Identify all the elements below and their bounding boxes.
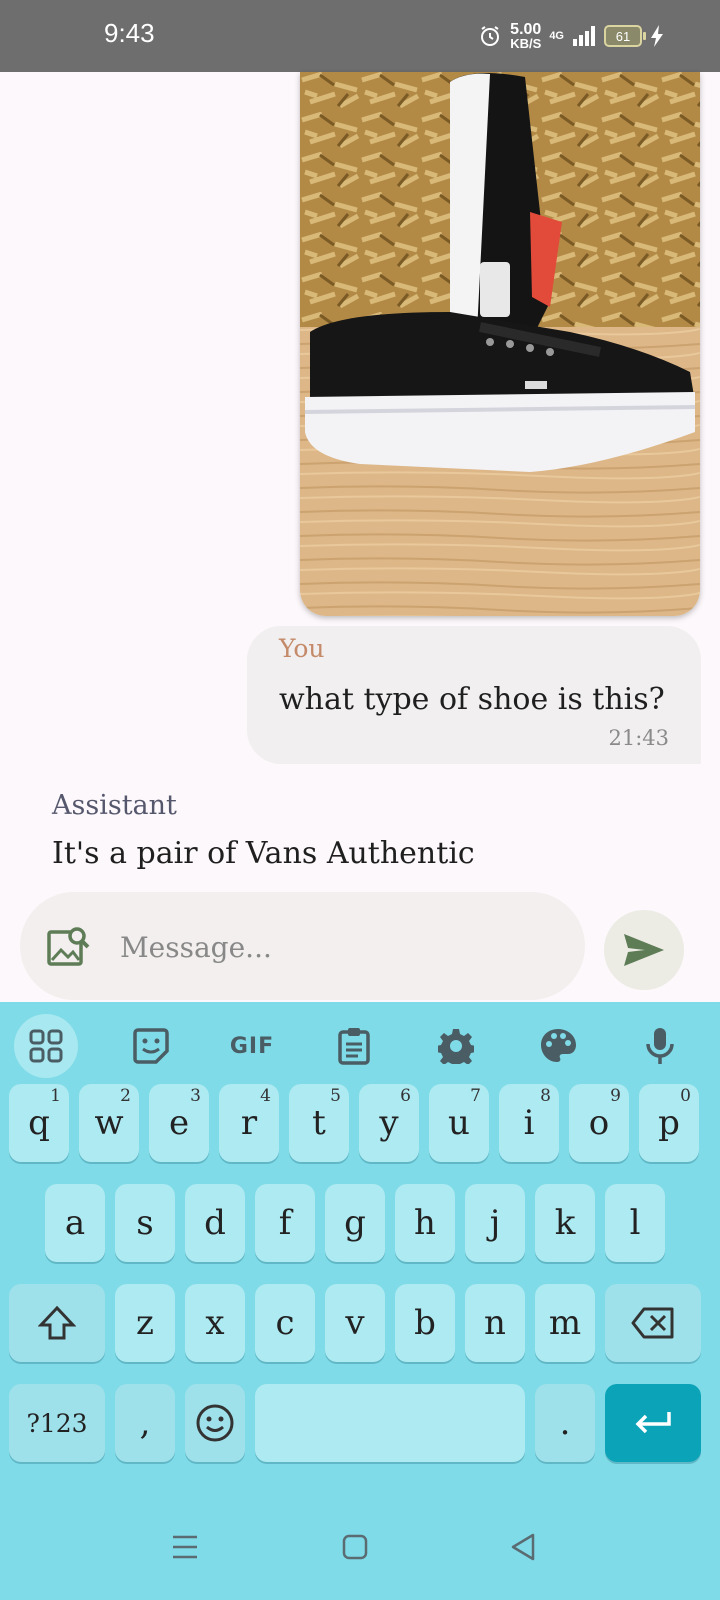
key-h[interactable]: h [395, 1184, 455, 1262]
key-o[interactable]: o9 [569, 1084, 629, 1162]
space-key[interactable] [255, 1384, 525, 1462]
menu-icon [173, 1535, 197, 1559]
home-nav-button[interactable] [330, 1522, 380, 1572]
shoe-photo [300, 72, 700, 616]
menu-nav-button[interactable] [160, 1522, 210, 1572]
gif-label: GIF [229, 1033, 275, 1059]
comma-key[interactable]: , [115, 1384, 175, 1462]
key-w[interactable]: w2 [79, 1084, 139, 1162]
shift-icon [38, 1305, 76, 1340]
symbols-key[interactable]: ?123 [9, 1384, 105, 1462]
key-a[interactable]: a [45, 1184, 105, 1262]
sticker-button[interactable] [119, 1014, 183, 1078]
enter-icon [635, 1412, 671, 1434]
home-square-icon [342, 1534, 368, 1560]
alarm-icon [481, 26, 500, 46]
palette-icon [541, 1029, 576, 1062]
back-nav-button[interactable] [498, 1522, 548, 1572]
sticker-icon [133, 1028, 169, 1064]
battery-icon: 61 [604, 25, 646, 47]
signal-icon [573, 26, 595, 46]
key-s[interactable]: s [115, 1184, 175, 1262]
key-q[interactable]: q1 [9, 1084, 69, 1162]
backspace-icon [631, 1307, 674, 1339]
status-time: 9:43 [104, 18, 155, 48]
key-g[interactable]: g [325, 1184, 385, 1262]
key-x[interactable]: x [185, 1284, 245, 1362]
key-d[interactable]: d [185, 1184, 245, 1262]
attach-image-icon[interactable] [46, 924, 90, 968]
message-input[interactable] [118, 914, 552, 980]
shift-key[interactable] [9, 1284, 105, 1362]
send-button[interactable] [604, 910, 684, 990]
user-sender-label: You [279, 634, 325, 663]
apps-grid-button[interactable] [14, 1014, 78, 1078]
gear-icon [438, 1029, 474, 1064]
voice-input-button[interactable] [628, 1014, 692, 1078]
key-p[interactable]: p0 [639, 1084, 699, 1162]
network-speed: 5.00 KB/S [510, 21, 542, 51]
emoji-icon [196, 1404, 234, 1442]
chat-image[interactable] [300, 72, 700, 616]
message-timestamp: 21:43 [608, 726, 669, 750]
key-v[interactable]: v [325, 1284, 385, 1362]
theme-button[interactable] [526, 1014, 590, 1078]
key-f[interactable]: f [255, 1184, 315, 1262]
key-m[interactable]: m [535, 1284, 595, 1362]
backspace-key[interactable] [605, 1284, 701, 1362]
enter-key[interactable] [605, 1384, 701, 1462]
navigation-bar [0, 1502, 720, 1600]
gif-button[interactable]: GIF [220, 1014, 284, 1078]
key-i[interactable]: i8 [499, 1084, 559, 1162]
key-b[interactable]: b [395, 1284, 455, 1362]
key-y[interactable]: y6 [359, 1084, 419, 1162]
key-r[interactable]: r4 [219, 1084, 279, 1162]
user-message-bubble: You what type of shoe is this? 21:43 [247, 626, 701, 764]
emoji-key[interactable] [185, 1384, 245, 1462]
settings-button[interactable] [424, 1014, 488, 1078]
user-message-text: what type of shoe is this? [279, 682, 665, 717]
back-triangle-icon [511, 1533, 535, 1561]
key-j[interactable]: j [465, 1184, 525, 1262]
keyboard-toolbar: GIF [0, 1002, 720, 1090]
period-key[interactable]: . [535, 1384, 595, 1462]
clipboard-icon [338, 1028, 370, 1065]
clipboard-button[interactable] [322, 1014, 386, 1078]
status-icons: 5.00 KB/S 4G 61 [478, 16, 664, 56]
key-u[interactable]: u7 [429, 1084, 489, 1162]
network-type: 4G [549, 30, 564, 42]
assistant-sender-label: Assistant [52, 790, 177, 821]
send-icon [624, 934, 664, 966]
microphone-icon [646, 1028, 674, 1064]
key-z[interactable]: z [115, 1284, 175, 1362]
key-e[interactable]: e3 [149, 1084, 209, 1162]
key-k[interactable]: k [535, 1184, 595, 1262]
key-n[interactable]: n [465, 1284, 525, 1362]
key-c[interactable]: c [255, 1284, 315, 1362]
grid-icon [29, 1029, 63, 1063]
assistant-message-text: It's a pair of Vans Authentic [52, 836, 475, 871]
key-t[interactable]: t5 [289, 1084, 349, 1162]
charging-icon [651, 25, 663, 47]
key-l[interactable]: l [605, 1184, 665, 1262]
status-bar: 9:43 5.00 KB/S 4G 61 [0, 0, 720, 72]
message-input-bar [20, 892, 585, 1000]
